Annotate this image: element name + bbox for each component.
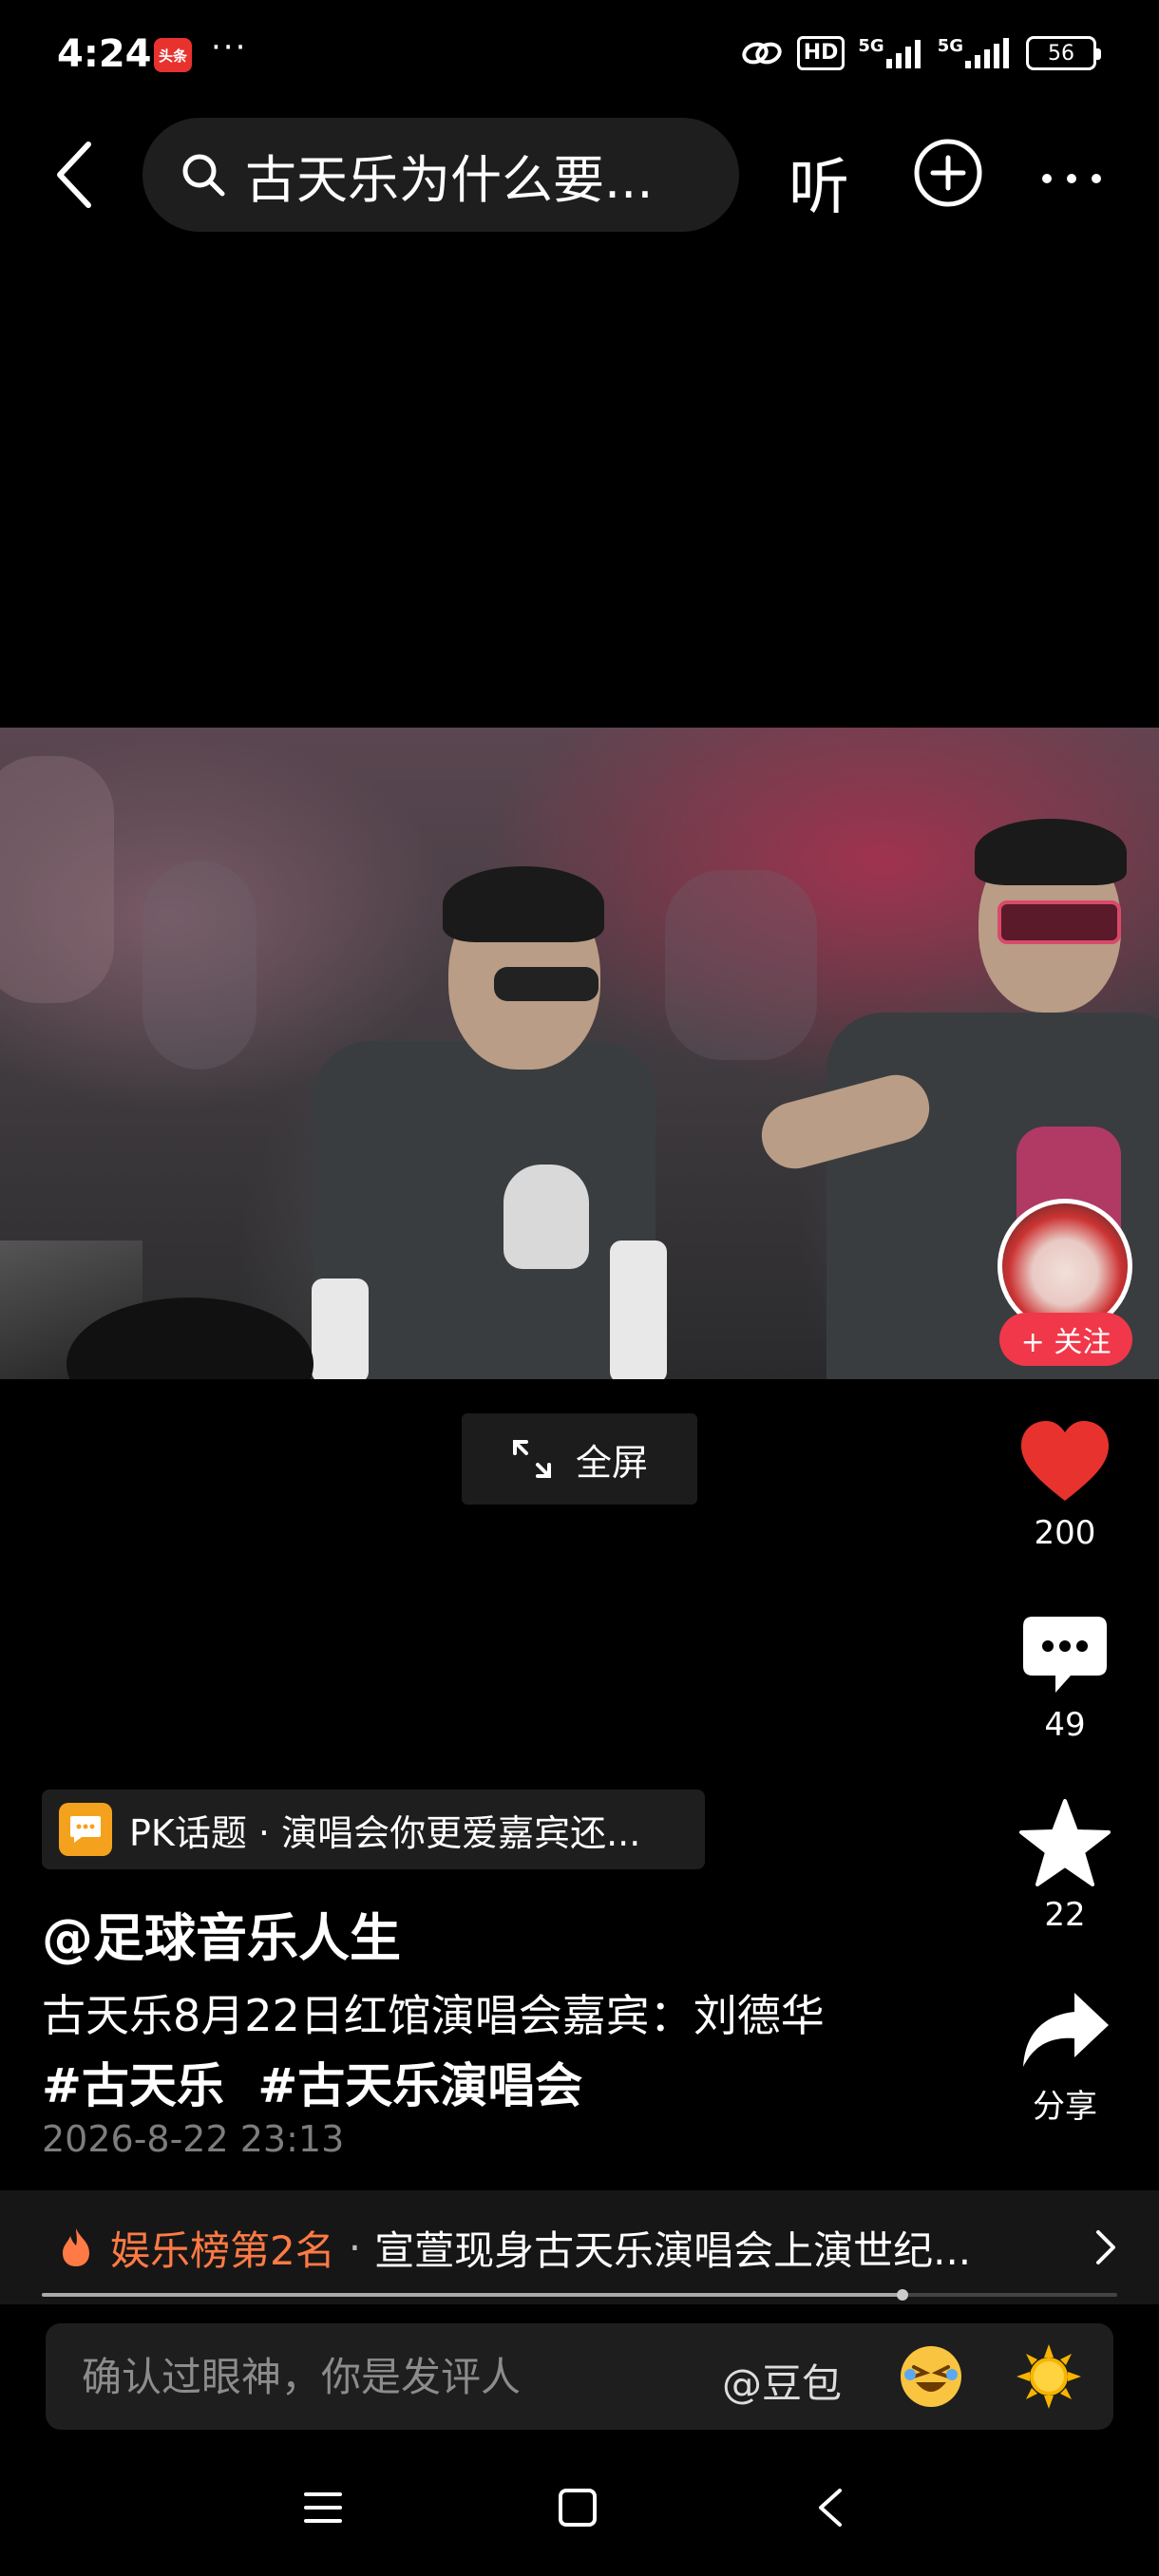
like-button[interactable]: 200 [1003, 1419, 1127, 1552]
toutiao-app-icon: 头条 [154, 38, 192, 72]
mention-doubao-button[interactable]: @豆包 [722, 2352, 842, 2410]
ranking-banner[interactable]: 娱乐榜第2名 · 宣萱现身古天乐演唱会上演世纪... [0, 2190, 1159, 2304]
comment-input[interactable] [82, 2353, 671, 2400]
listen-button[interactable]: 听 [788, 139, 849, 226]
more-options-button[interactable] [1041, 152, 1102, 190]
menu-icon[interactable] [302, 2489, 344, 2527]
fullscreen-label: 全屏 [575, 1441, 648, 1484]
crowd-figure [0, 756, 114, 1003]
performer-left-sleeve [610, 1241, 667, 1379]
like-count: 200 [1034, 1514, 1096, 1552]
status-time: 4:24 [57, 32, 152, 76]
sun-icon[interactable] [1015, 2342, 1083, 2411]
comment-button[interactable]: 49 [1003, 1615, 1127, 1744]
crowd-figure [142, 861, 256, 1070]
plus-circle-icon [914, 139, 982, 207]
pk-topic-text: PK话题 · 演唱会你更爱嘉宾还... [129, 1811, 641, 1854]
more-dots-icon [1042, 174, 1101, 183]
share-arrow-icon [1023, 1993, 1109, 2067]
share-label: 分享 [1033, 2088, 1097, 2126]
heart-icon [1021, 1421, 1109, 1501]
performer-right-hair [975, 819, 1127, 885]
performer-left-print [504, 1165, 589, 1269]
link-icon [740, 36, 784, 70]
chevron-right-icon [1096, 2230, 1115, 2264]
laughing-emoji-icon[interactable] [901, 2346, 961, 2407]
back-button[interactable] [42, 137, 108, 213]
ranking-separator: · [348, 2224, 362, 2271]
hashtag[interactable]: #古天乐 [42, 2058, 224, 2113]
progress-fill [42, 2293, 902, 2297]
star-icon [1019, 1799, 1111, 1886]
back-triangle-icon[interactable] [815, 2487, 844, 2529]
favorite-count: 22 [1044, 1896, 1086, 1934]
hd-voice-icon: HD [796, 36, 846, 70]
comment-bar: @豆包 [46, 2323, 1113, 2430]
sunglasses-left [494, 967, 598, 1001]
pk-chat-icon [59, 1803, 112, 1856]
status-more-icon: ··· [211, 28, 248, 66]
crowd-figure [665, 870, 817, 1060]
status-bar: 4:24 头条 ··· HD 5G 5G 56 [0, 0, 1159, 114]
signal-1-label: 5G [858, 36, 884, 56]
follow-button[interactable]: + 关注 [999, 1313, 1132, 1366]
home-square-icon[interactable] [557, 2487, 598, 2529]
performer-left-sleeve [312, 1279, 369, 1379]
add-button[interactable] [912, 137, 984, 209]
share-button[interactable]: 分享 [1003, 1989, 1127, 2127]
ranking-label: 娱乐榜第2名 [110, 2226, 335, 2274]
signal-icon-1: 5G [858, 36, 923, 70]
system-nav-bar [0, 2460, 1159, 2555]
search-query: 古天乐为什么要... [245, 149, 654, 210]
video-progress-bar[interactable] [42, 2289, 1117, 2301]
top-nav: 古天乐为什么要... 听 [0, 118, 1159, 232]
progress-knob[interactable] [896, 2289, 908, 2301]
signal-icon-2: 5G [938, 36, 1013, 70]
expand-icon [512, 1440, 551, 1478]
performer-left-hair [443, 866, 604, 942]
comment-icon [1023, 1617, 1107, 1693]
comment-count: 49 [1044, 1706, 1086, 1744]
signal-2-label: 5G [937, 36, 963, 56]
pk-topic-chip[interactable]: PK话题 · 演唱会你更爱嘉宾还... [42, 1790, 705, 1869]
fire-icon [63, 2228, 89, 2266]
chevron-left-icon [57, 142, 91, 208]
sunglasses-right [998, 900, 1121, 944]
video-player[interactable] [0, 728, 1159, 1379]
favorite-button[interactable]: 22 [1003, 1799, 1127, 1934]
hashtag-list: #古天乐 #古天乐演唱会 [42, 2048, 599, 2116]
search-icon [182, 154, 225, 197]
fullscreen-button[interactable]: 全屏 [462, 1413, 697, 1505]
author-name[interactable]: @足球音乐人生 [42, 1896, 401, 1971]
ranking-title: 宣萱现身古天乐演唱会上演世纪... [374, 2226, 972, 2274]
status-indicators: HD 5G 5G 56 [740, 36, 1101, 70]
post-description: 古天乐8月22日红馆演唱会嘉宾：刘德华 [42, 1990, 825, 2041]
search-bar[interactable]: 古天乐为什么要... [142, 118, 739, 232]
post-date: 2026-8-22 23:13 [42, 2118, 345, 2160]
hashtag[interactable]: #古天乐演唱会 [257, 2058, 582, 2113]
battery-icon: 56 [1026, 36, 1101, 70]
